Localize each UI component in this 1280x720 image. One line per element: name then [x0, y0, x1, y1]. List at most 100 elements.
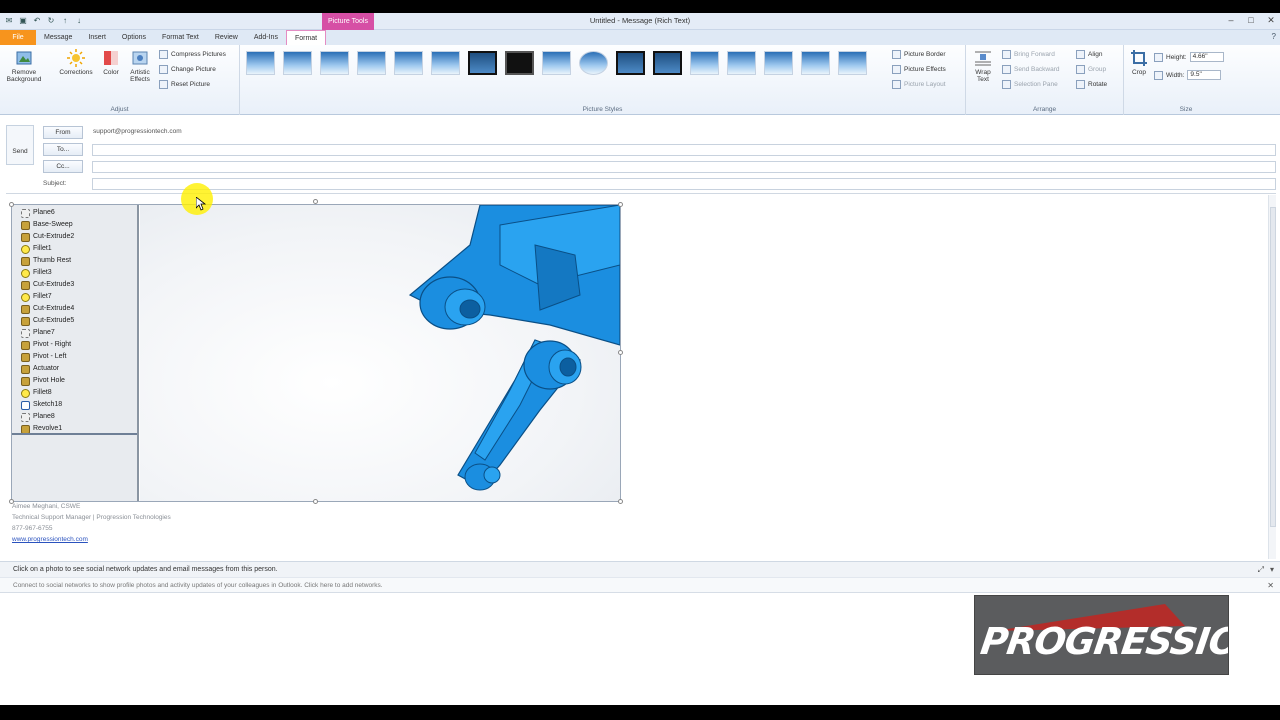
picture-style-1[interactable] [246, 51, 275, 75]
resize-handle-right[interactable] [618, 350, 623, 355]
dismiss-icon[interactable]: ✕ [1267, 581, 1274, 590]
cc-button[interactable]: Cc... [43, 160, 83, 173]
from-button[interactable]: From [43, 126, 83, 139]
height-input[interactable]: 4.66" [1189, 52, 1224, 62]
redo-icon[interactable]: ↻ [46, 16, 56, 26]
tab-format-text[interactable]: Format Text [154, 30, 207, 45]
picture-style-4[interactable] [357, 51, 386, 75]
resize-handle-bottom[interactable] [313, 499, 318, 504]
tab-options[interactable]: Options [114, 30, 154, 45]
rotate-button[interactable]: Rotate [1076, 80, 1107, 89]
tab-add-ins[interactable]: Add-Ins [246, 30, 286, 45]
to-field[interactable] [92, 144, 1276, 156]
feature-tree-item[interactable]: Sketch18 [21, 399, 62, 411]
group-button[interactable]: Group [1076, 65, 1106, 74]
picture-effects-button[interactable]: Picture Effects [892, 65, 946, 74]
tab-insert[interactable]: Insert [80, 30, 114, 45]
people-pane-header[interactable]: Click on a photo to see social network u… [0, 561, 1280, 577]
feature-tree-item[interactable]: Fillet3 [21, 267, 52, 279]
picture-style-6[interactable] [431, 51, 460, 75]
feature-tree-item[interactable]: Thumb Rest [21, 255, 71, 267]
feature-tree-item[interactable]: Plane6 [21, 207, 55, 219]
help-icon[interactable]: ? [1272, 32, 1276, 41]
inserted-picture[interactable]: Plane6 Base-Sweep Cut-Extrude2 Fillet1 Thumb… [11, 204, 621, 502]
outlook-app-icon[interactable]: ✉ [4, 16, 14, 26]
feature-tree-item[interactable]: Cut-Extrude2 [21, 231, 74, 243]
feature-tree-item[interactable]: Pivot - Left [21, 351, 66, 363]
picture-style-17[interactable] [838, 51, 867, 75]
picture-style-14[interactable] [727, 51, 756, 75]
tab-review[interactable]: Review [207, 30, 246, 45]
picture-style-8[interactable] [505, 51, 534, 75]
feature-tree-item[interactable]: Fillet8 [21, 387, 52, 399]
maximize-icon[interactable]: □ [1246, 15, 1256, 26]
picture-style-12[interactable] [653, 51, 682, 75]
to-button[interactable]: To... [43, 143, 83, 156]
feature-tree-item[interactable]: Cut-Extrude5 [21, 315, 74, 327]
vertical-scrollbar[interactable] [1268, 195, 1276, 559]
compress-pictures-button[interactable]: Compress Pictures [159, 50, 226, 59]
subject-field[interactable] [92, 178, 1276, 190]
artistic-effects-button[interactable]: Artistic Effects [124, 49, 156, 83]
social-connect-bar[interactable]: Connect to social networks to show profi… [0, 577, 1280, 593]
size-group: Crop Height: 4.66" Width: 9.5" Size [1124, 45, 1248, 115]
color-button[interactable]: Color [98, 49, 124, 76]
feature-tree-item[interactable]: Plane8 [21, 411, 55, 423]
close-icon[interactable]: ✕ [1266, 15, 1276, 26]
feature-tree-item[interactable]: Actuator [21, 363, 59, 375]
scrollbar-thumb[interactable] [1270, 207, 1276, 527]
remove-background-button[interactable]: Remove Background [2, 49, 46, 83]
picture-style-11[interactable] [616, 51, 645, 75]
crop-button[interactable]: Crop [1128, 49, 1150, 76]
picture-effects-icon [892, 65, 901, 74]
picture-style-2[interactable] [283, 51, 312, 75]
feature-tree-item[interactable]: Fillet7 [21, 291, 52, 303]
tab-file[interactable]: File [0, 30, 36, 45]
picture-style-16[interactable] [801, 51, 830, 75]
rotate-icon [1076, 80, 1085, 89]
minimize-icon[interactable]: – [1226, 15, 1236, 26]
corrections-button[interactable]: Corrections [54, 49, 98, 76]
picture-styles-group-label: Picture Styles [582, 106, 623, 113]
picture-style-7[interactable] [468, 51, 497, 75]
send-backward-button[interactable]: Send Backward [1002, 65, 1060, 74]
selection-pane-button[interactable]: Selection Pane [1002, 80, 1058, 89]
collapse-icon[interactable]: ▾ [1270, 565, 1274, 574]
wrap-text-button[interactable]: Wrap Text [970, 49, 996, 83]
feature-tree-item[interactable]: Pivot - Right [21, 339, 71, 351]
feature-tree-item[interactable]: Cut-Extrude3 [21, 279, 74, 291]
resize-handle-top[interactable] [313, 199, 318, 204]
width-input[interactable]: 9.5" [1187, 70, 1222, 80]
send-button[interactable]: Send [6, 125, 34, 165]
picture-style-5[interactable] [394, 51, 423, 75]
picture-style-13[interactable] [690, 51, 719, 75]
resize-handle-tl[interactable] [9, 202, 14, 207]
picture-border-button[interactable]: Picture Border [892, 50, 946, 59]
picture-style-10[interactable] [579, 51, 608, 75]
feature-tree-label: Base-Sweep [33, 221, 73, 228]
tab-message[interactable]: Message [36, 30, 80, 45]
feature-tree-item[interactable]: Plane7 [21, 327, 55, 339]
align-button[interactable]: Align [1076, 50, 1102, 59]
resize-handle-tr[interactable] [618, 202, 623, 207]
tab-format[interactable]: Format [285, 30, 327, 45]
feature-tree-item[interactable]: Cut-Extrude4 [21, 303, 74, 315]
down-arrow-icon[interactable]: ↓ [74, 16, 84, 26]
feature-tree-item[interactable]: Base-Sweep [21, 219, 73, 231]
change-picture-button[interactable]: Change Picture [159, 65, 216, 74]
feature-tree-item[interactable]: Pivot Hole [21, 375, 65, 387]
reset-picture-button[interactable]: Reset Picture [159, 80, 210, 89]
signature-website-link[interactable]: www.progressiontech.com [12, 536, 88, 543]
up-arrow-icon[interactable]: ↑ [60, 16, 70, 26]
undo-icon[interactable]: ↶ [32, 16, 42, 26]
expand-icon[interactable]: ⤢ [1258, 565, 1264, 575]
feature-tree-item[interactable]: Fillet1 [21, 243, 52, 255]
picture-style-15[interactable] [764, 51, 793, 75]
bring-forward-button[interactable]: Bring Forward [1002, 50, 1055, 59]
save-icon[interactable]: ▣ [18, 16, 28, 26]
cc-field[interactable] [92, 161, 1276, 173]
picture-style-3[interactable] [320, 51, 349, 75]
picture-layout-button[interactable]: Picture Layout [892, 80, 946, 89]
resize-handle-br[interactable] [618, 499, 623, 504]
picture-style-9[interactable] [542, 51, 571, 75]
